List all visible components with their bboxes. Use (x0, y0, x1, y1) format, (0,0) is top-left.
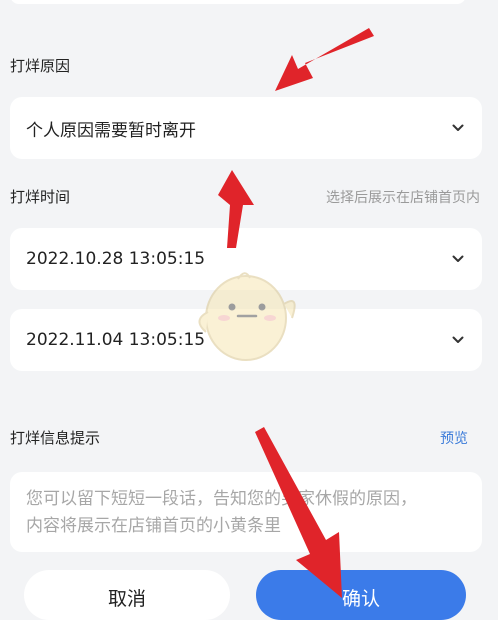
chevron-down-icon (452, 253, 464, 265)
info-textarea[interactable]: 您可以留下短短一段话，告知您的买家休假的原因， 内容将展示在店铺首页的小黄条里 (10, 472, 482, 552)
reason-value: 个人原因需要暂时离开 (26, 120, 196, 141)
cancel-button[interactable]: 取消 (24, 570, 230, 620)
chevron-down-icon (452, 334, 464, 346)
chevron-down-icon (452, 122, 464, 134)
start-time-select[interactable]: 2022.10.28 13:05:15 (10, 228, 482, 290)
preview-link[interactable]: 预览 (440, 428, 468, 448)
time-label: 打烊时间 (10, 188, 71, 206)
previous-card (10, 0, 466, 4)
end-time-select[interactable]: 2022.11.04 13:05:15 (10, 309, 482, 371)
confirm-button[interactable]: 确认 (256, 570, 466, 620)
info-label: 打烊信息提示 (10, 429, 101, 447)
time-hint: 选择后展示在店铺首页内 (326, 190, 480, 206)
reason-select[interactable]: 个人原因需要暂时离开 (10, 97, 482, 159)
end-time-value: 2022.11.04 13:05:15 (26, 330, 206, 350)
reason-label: 打烊原因 (10, 57, 71, 75)
placeholder-line-2: 内容将展示在店铺首页的小黄条里 (26, 516, 281, 536)
placeholder-line-1: 您可以留下短短一段话，告知您的买家休假的原因， (26, 489, 417, 509)
start-time-value: 2022.10.28 13:05:15 (26, 249, 206, 269)
